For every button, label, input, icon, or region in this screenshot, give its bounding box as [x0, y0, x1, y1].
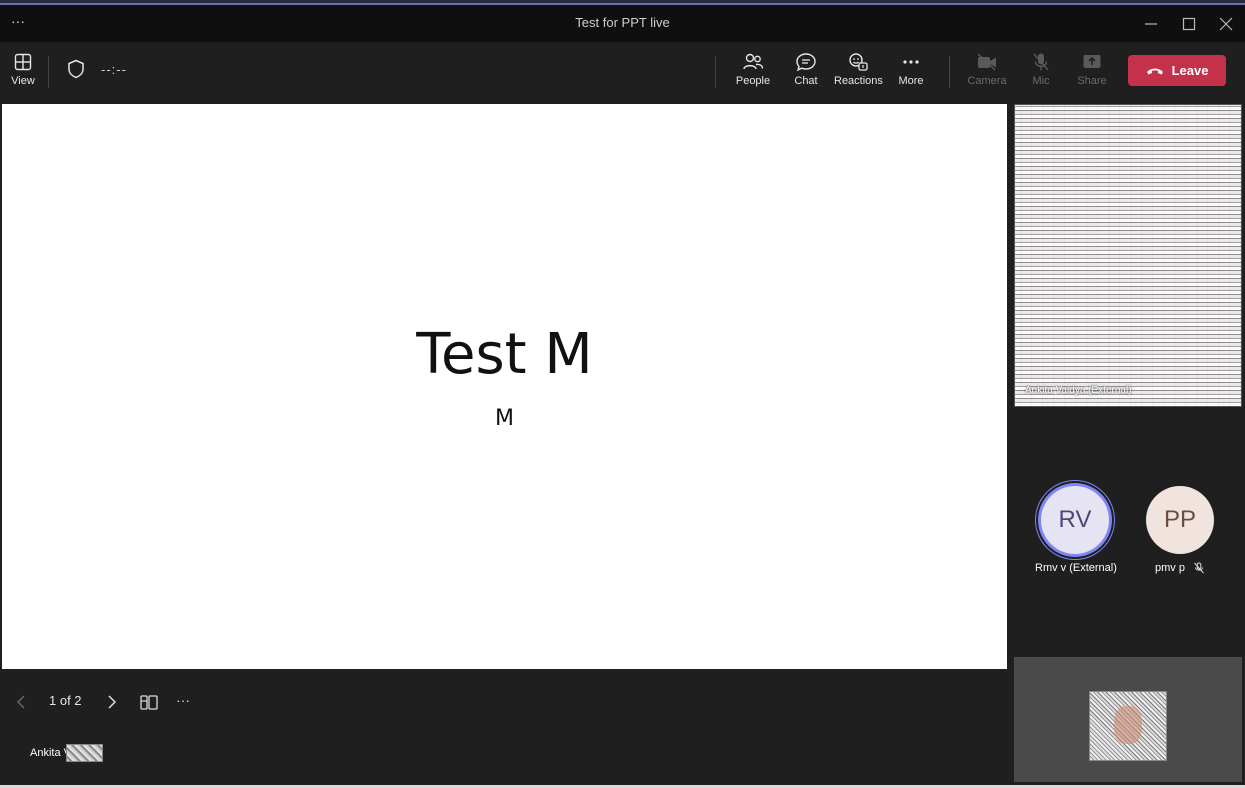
shield-icon — [68, 59, 84, 79]
minimize-button[interactable] — [1141, 14, 1161, 34]
more-button[interactable]: More — [894, 52, 928, 98]
people-button[interactable]: People — [733, 52, 773, 98]
chevron-right-icon — [108, 695, 117, 709]
maximize-button[interactable] — [1179, 14, 1199, 34]
self-view-face — [1114, 706, 1142, 744]
toolbar-divider — [48, 56, 49, 88]
presenter-label: Ankita V — [30, 744, 103, 762]
toolbar-divider — [715, 56, 716, 88]
meeting-timer: --:-- — [101, 62, 127, 77]
slide-controls: 1 of 2 ··· Ankita V — [0, 670, 1007, 788]
chat-icon — [796, 53, 816, 72]
share-icon — [1083, 55, 1101, 68]
next-slide-button[interactable] — [103, 692, 119, 712]
leave-button[interactable]: Leave — [1128, 55, 1226, 86]
meeting-toolbar: View --:-- People Chat Reactions More Ca… — [0, 42, 1245, 104]
hang-up-icon — [1146, 68, 1163, 74]
close-icon — [1219, 17, 1233, 31]
presentation-stage[interactable]: Test M M — [2, 104, 1007, 669]
mic-button[interactable]: Mic — [1026, 52, 1056, 98]
presenter-name: Ankita V — [30, 747, 71, 759]
slide-subtitle: M — [495, 406, 514, 431]
slide-more-button[interactable]: ··· — [176, 692, 198, 712]
self-view-thumbnail — [1089, 691, 1167, 761]
camera-label: Camera — [967, 75, 1007, 87]
more-icon — [903, 60, 919, 64]
reactions-icon — [849, 53, 868, 71]
video-tile-name: Ankita Vaidya (External) — [1025, 385, 1132, 396]
close-button[interactable] — [1216, 14, 1236, 34]
chevron-left-icon — [16, 695, 25, 709]
chat-button[interactable]: Chat — [789, 52, 823, 98]
share-button[interactable]: Share — [1077, 52, 1107, 98]
slide-page-indicator: 1 of 2 — [49, 693, 82, 708]
maximize-icon — [1182, 17, 1196, 31]
view-button[interactable]: View — [8, 52, 38, 98]
leave-label: Leave — [1171, 63, 1209, 78]
minimize-icon — [1145, 23, 1157, 25]
title-bar: ··· Test for PPT live — [0, 5, 1245, 42]
mic-off-icon — [1033, 53, 1049, 71]
toolbar-divider — [949, 56, 950, 88]
slide-title: Test M — [416, 322, 593, 387]
slide-thumbnails-button[interactable] — [139, 692, 159, 712]
share-label: Share — [1077, 75, 1107, 87]
grid-view-icon — [14, 53, 32, 71]
thumbnails-icon — [140, 695, 158, 710]
mic-off-icon — [1194, 562, 1204, 574]
participant-name-rv: Rmv v (External) — [1035, 562, 1117, 574]
more-label: More — [898, 75, 924, 87]
presenter-name-redacted — [65, 744, 103, 762]
participant-video-tile[interactable]: Ankita Vaidya (External) — [1014, 104, 1242, 407]
mic-label: Mic — [1032, 75, 1050, 87]
participant-muted-indicator — [1193, 561, 1205, 574]
previous-slide-button[interactable] — [14, 692, 30, 712]
participant-name-pp: pmv p — [1155, 562, 1185, 574]
window-title: Test for PPT live — [575, 15, 670, 30]
camera-button[interactable]: Camera — [967, 52, 1007, 98]
chat-label: Chat — [794, 75, 818, 87]
meeting-info-button[interactable] — [64, 58, 88, 104]
people-label: People — [735, 75, 771, 87]
participant-avatar-pp[interactable]: PP — [1146, 486, 1214, 554]
camera-off-icon — [977, 53, 996, 71]
people-icon — [743, 53, 764, 70]
view-label: View — [11, 75, 35, 87]
reactions-button[interactable]: Reactions — [834, 52, 883, 98]
reactions-label: Reactions — [834, 75, 883, 87]
self-view-tile[interactable] — [1014, 657, 1242, 782]
participant-avatar-rv[interactable]: RV — [1041, 486, 1109, 554]
